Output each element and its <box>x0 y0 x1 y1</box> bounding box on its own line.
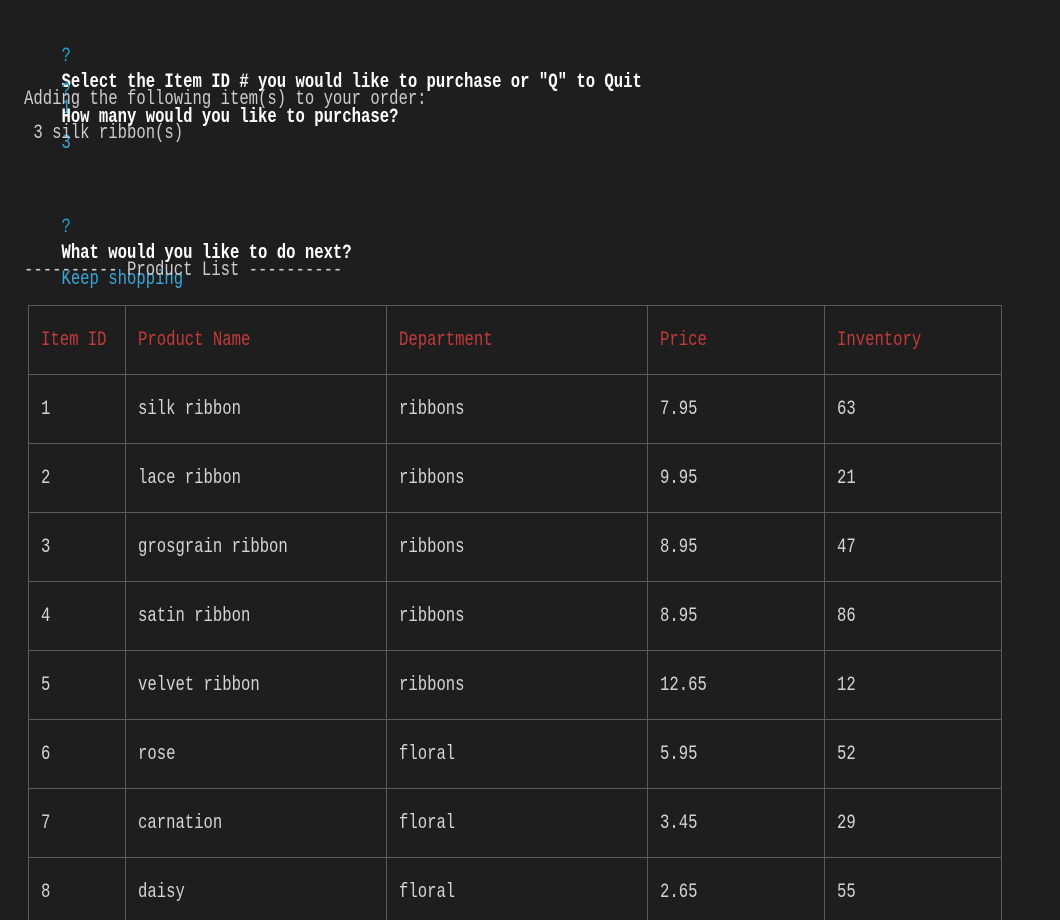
cell-price: 12.65 <box>647 650 826 720</box>
cell-inventory: 29 <box>824 788 1003 858</box>
terminal-window[interactable]: ? Select the Item ID # you would like to… <box>0 0 1060 920</box>
next-action-prompt: ? What would you like to do next? Keep s… <box>24 189 351 319</box>
table-row: 6 rose floral 5.95 52 <box>27 719 1003 789</box>
table-row: 1 silk ribbon ribbons 7.95 63 <box>27 374 1003 444</box>
cell-product-name: velvet ribbon <box>125 650 388 720</box>
cell-product-name: grosgrain ribbon <box>125 512 388 582</box>
cell-product-name: rose <box>125 719 388 789</box>
cell-department: floral <box>386 719 649 789</box>
table-row: 7 carnation floral 3.45 29 <box>27 788 1003 858</box>
adding-items-text: Adding the following item(s) to your ord… <box>24 88 427 111</box>
quantity-prompt: ? How many would you like to purchase? 3 <box>24 53 398 183</box>
table-row: 4 satin ribbon ribbons 8.95 86 <box>27 581 1003 651</box>
cell-product-name: satin ribbon <box>125 581 388 651</box>
cell-product-name: lace ribbon <box>125 443 388 513</box>
cell-inventory: 21 <box>824 443 1003 513</box>
table-row: 2 lace ribbon ribbons 9.95 21 <box>27 443 1003 513</box>
cell-price: 5.95 <box>647 719 826 789</box>
cell-inventory: 55 <box>824 857 1003 920</box>
cell-department: ribbons <box>386 374 649 444</box>
table-row: 5 velvet ribbon ribbons 12.65 12 <box>27 650 1003 720</box>
cell-inventory: 52 <box>824 719 1003 789</box>
cell-item-id: 1 <box>27 374 127 444</box>
cell-price: 8.95 <box>647 581 826 651</box>
cell-department: ribbons <box>386 512 649 582</box>
cell-inventory: 12 <box>824 650 1003 720</box>
product-table: Item ID Product Name Department Price In… <box>27 305 1003 920</box>
header-department: Department <box>386 305 649 375</box>
cell-price: 7.95 <box>647 374 826 444</box>
cell-item-id: 4 <box>27 581 127 651</box>
cell-price: 2.65 <box>647 857 826 920</box>
cell-department: floral <box>386 788 649 858</box>
cell-product-name: silk ribbon <box>125 374 388 444</box>
cell-item-id: 2 <box>27 443 127 513</box>
header-price: Price <box>647 305 826 375</box>
cell-item-id: 6 <box>27 719 127 789</box>
cell-inventory: 86 <box>824 581 1003 651</box>
cell-department: ribbons <box>386 650 649 720</box>
table-row: 8 daisy floral 2.65 55 <box>27 857 1003 920</box>
cell-department: floral <box>386 857 649 920</box>
cell-department: ribbons <box>386 443 649 513</box>
cell-item-id: 5 <box>27 650 127 720</box>
cell-product-name: daisy <box>125 857 388 920</box>
cell-item-id: 7 <box>27 788 127 858</box>
table-row: 3 grosgrain ribbon ribbons 8.95 47 <box>27 512 1003 582</box>
table-header-row: Item ID Product Name Department Price In… <box>27 305 1003 375</box>
header-item-id: Item ID <box>27 305 127 375</box>
cell-product-name: carnation <box>125 788 388 858</box>
product-list-header: ---------- Product List ---------- <box>24 259 343 282</box>
cell-price: 3.45 <box>647 788 826 858</box>
header-inventory: Inventory <box>824 305 1003 375</box>
cell-inventory: 63 <box>824 374 1003 444</box>
cell-price: 8.95 <box>647 512 826 582</box>
cell-inventory: 47 <box>824 512 1003 582</box>
prompt-marker: ? <box>61 216 71 239</box>
cell-department: ribbons <box>386 581 649 651</box>
header-product-name: Product Name <box>125 305 388 375</box>
cell-price: 9.95 <box>647 443 826 513</box>
cell-item-id: 3 <box>27 512 127 582</box>
cell-item-id: 8 <box>27 857 127 920</box>
order-item-text: 3 silk ribbon(s) <box>24 122 184 145</box>
